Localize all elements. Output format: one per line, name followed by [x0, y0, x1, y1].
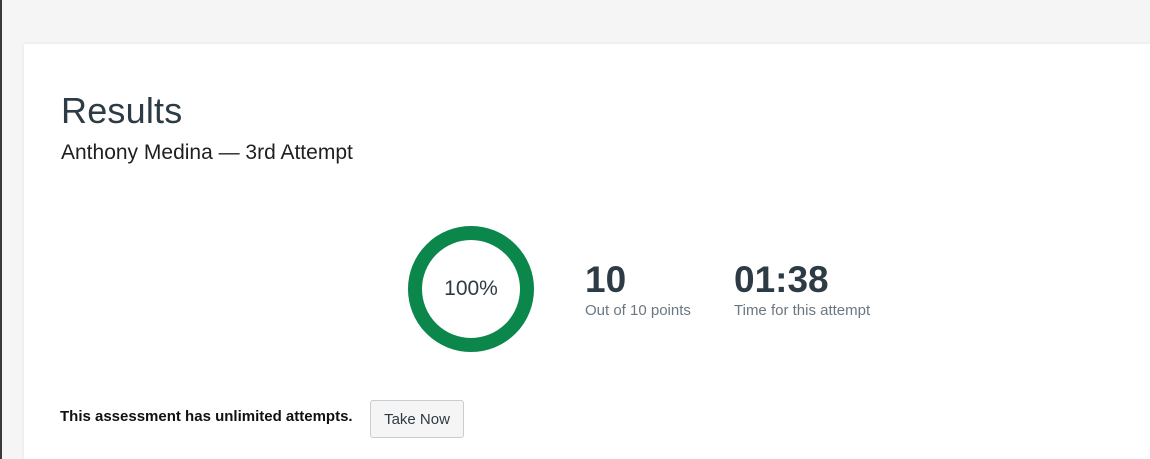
take-now-button[interactable]: Take Now — [370, 400, 464, 438]
points-stat: 10 Out of 10 points — [585, 258, 691, 320]
points-label: Out of 10 points — [585, 302, 691, 319]
time-value: 01:38 — [734, 259, 829, 300]
results-card: Results Anthony Medina — 3rd Attempt 100… — [24, 44, 1150, 459]
attempts-info: This assessment has unlimited attempts. — [60, 408, 353, 425]
score-percent: 100% — [444, 277, 498, 300]
page-title: Results — [61, 90, 183, 131]
attempt-subtitle: Anthony Medina — 3rd Attempt — [61, 141, 353, 164]
points-value: 10 — [585, 259, 627, 300]
time-label: Time for this attempt — [734, 302, 871, 319]
score-ring: 100% — [407, 225, 535, 353]
window-edge — [0, 0, 2, 459]
time-stat: 01:38 Time for this attempt — [734, 258, 870, 320]
